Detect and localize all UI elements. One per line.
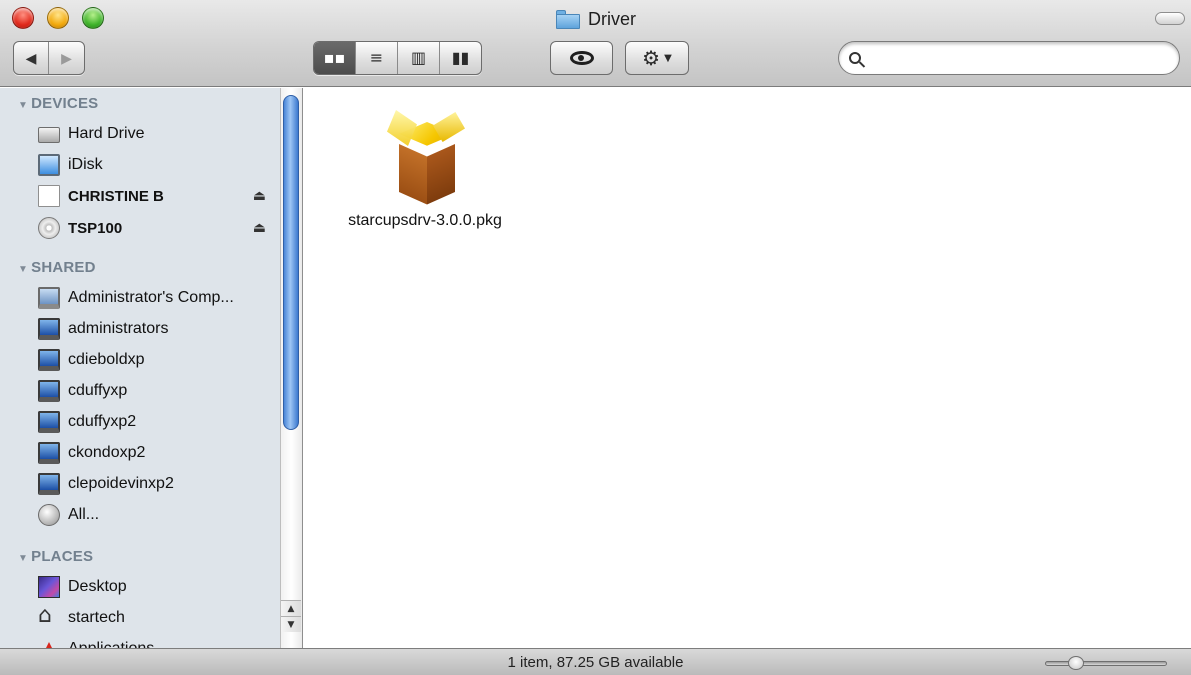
sidebar-item-applications[interactable]: Applications: [38, 634, 278, 648]
icon-view-button[interactable]: ▪▪: [314, 42, 356, 74]
sidebar-section-places[interactable]: ▼ PLACES: [18, 548, 93, 565]
network-globe-icon: [38, 504, 60, 526]
file-browser-content: starcupsdrv-3.0.0.pkg: [304, 88, 1191, 648]
pc-icon: [38, 318, 60, 340]
cd-icon: [38, 217, 60, 239]
usb-drive-icon: [38, 185, 60, 207]
minimize-window-button[interactable]: [47, 7, 69, 29]
sidebar-item-cduffyxp2[interactable]: cduffyxp2: [38, 407, 278, 437]
sidebar-item-tsp100[interactable]: TSP100 ⏏: [38, 213, 278, 243]
forward-arrow-icon: ▶: [61, 49, 72, 66]
sidebar-item-hard-drive[interactable]: Hard Drive: [38, 119, 278, 149]
eye-icon: [569, 51, 594, 65]
coverflow-view-icon: ▮▮: [451, 48, 470, 67]
action-menu-button[interactable]: ⚙ ▼: [625, 41, 689, 75]
pc-icon: [38, 442, 60, 464]
pc-icon: [38, 411, 60, 433]
search-icon: [849, 52, 861, 64]
sidebar-scrollbar-thumb[interactable]: [283, 95, 299, 430]
back-arrow-icon: ◀: [25, 49, 37, 66]
status-text: 1 item, 87.25 GB available: [507, 654, 684, 671]
disclosure-triangle-icon: ▼: [18, 100, 29, 111]
file-name: starcupsdrv-3.0.0.pkg: [348, 212, 502, 229]
package-icon: [375, 104, 475, 205]
zoom-window-button[interactable]: [82, 7, 104, 29]
chevron-down-icon: ▼: [664, 52, 672, 64]
eject-icon[interactable]: ⏏: [253, 220, 266, 236]
idisk-icon: [38, 154, 60, 176]
navigation-buttons: ◀ ▶: [13, 41, 85, 75]
list-view-icon: ≡: [369, 48, 384, 67]
icon-size-slider[interactable]: [1045, 661, 1167, 666]
desktop-icon: [38, 576, 60, 598]
sidebar-item-ckondoxp2[interactable]: ckondoxp2: [38, 438, 278, 468]
disclosure-triangle-icon: ▼: [18, 553, 29, 564]
sidebar-item-christine-b[interactable]: CHRISTINE B ⏏: [38, 181, 278, 211]
column-view-icon: ▥: [410, 48, 427, 67]
forward-button[interactable]: ▶: [49, 42, 84, 74]
sidebar: ▼ DEVICES Hard Drive iDisk CHRISTINE B ⏏ …: [0, 88, 303, 648]
sidebar-item-clepoidevinxp2[interactable]: clepoidevinxp2: [38, 469, 278, 499]
icon-size-slider-knob[interactable]: [1068, 656, 1084, 670]
window-toolbar: Driver ◀ ▶ ▪▪ ≡ ▥ ▮▮ ⚙ ▼: [0, 0, 1191, 87]
sidebar-item-administrators-computer[interactable]: Administrator's Comp...: [38, 283, 278, 313]
scroll-up-icon[interactable]: ▲: [281, 600, 301, 616]
search-input[interactable]: [869, 49, 1159, 67]
applications-icon: [38, 638, 60, 648]
close-window-button[interactable]: [12, 7, 34, 29]
back-button[interactable]: ◀: [14, 42, 50, 74]
search-field[interactable]: [838, 41, 1180, 75]
sidebar-item-cdieboldxp[interactable]: cdieboldxp: [38, 345, 278, 375]
pc-icon: [38, 473, 60, 495]
folder-icon: [556, 9, 580, 29]
scroll-down-icon[interactable]: ▼: [281, 616, 301, 632]
view-mode-selector: ▪▪ ≡ ▥ ▮▮: [313, 41, 482, 75]
icon-view-icon: ▪▪: [323, 48, 346, 67]
sidebar-item-all[interactable]: All...: [38, 500, 278, 530]
sidebar-section-devices[interactable]: ▼ DEVICES: [18, 95, 98, 112]
disclosure-triangle-icon: ▼: [18, 264, 29, 275]
hard-drive-icon: [38, 127, 60, 143]
home-icon: [38, 605, 60, 629]
gear-icon: ⚙: [642, 46, 661, 70]
window-title-text: Driver: [588, 8, 636, 29]
computer-icon: [38, 287, 60, 309]
coverflow-view-button[interactable]: ▮▮: [440, 42, 481, 74]
sidebar-item-startech[interactable]: startech: [38, 603, 278, 633]
list-view-button[interactable]: ≡: [356, 42, 398, 74]
sidebar-section-shared[interactable]: ▼ SHARED: [18, 259, 96, 276]
quick-look-button[interactable]: [550, 41, 613, 75]
eject-icon[interactable]: ⏏: [253, 188, 266, 204]
toolbar-toggle-button[interactable]: [1155, 12, 1185, 25]
pc-icon: [38, 380, 60, 402]
sidebar-item-cduffyxp[interactable]: cduffyxp: [38, 376, 278, 406]
column-view-button[interactable]: ▥: [398, 42, 440, 74]
pc-icon: [38, 349, 60, 371]
window-title: Driver: [556, 7, 636, 31]
sidebar-item-desktop[interactable]: Desktop: [38, 572, 278, 602]
sidebar-item-idisk[interactable]: iDisk: [38, 150, 278, 180]
status-bar: 1 item, 87.25 GB available: [0, 648, 1191, 675]
sidebar-item-administrators[interactable]: administrators: [38, 314, 278, 344]
file-item[interactable]: starcupsdrv-3.0.0.pkg: [326, 104, 524, 232]
